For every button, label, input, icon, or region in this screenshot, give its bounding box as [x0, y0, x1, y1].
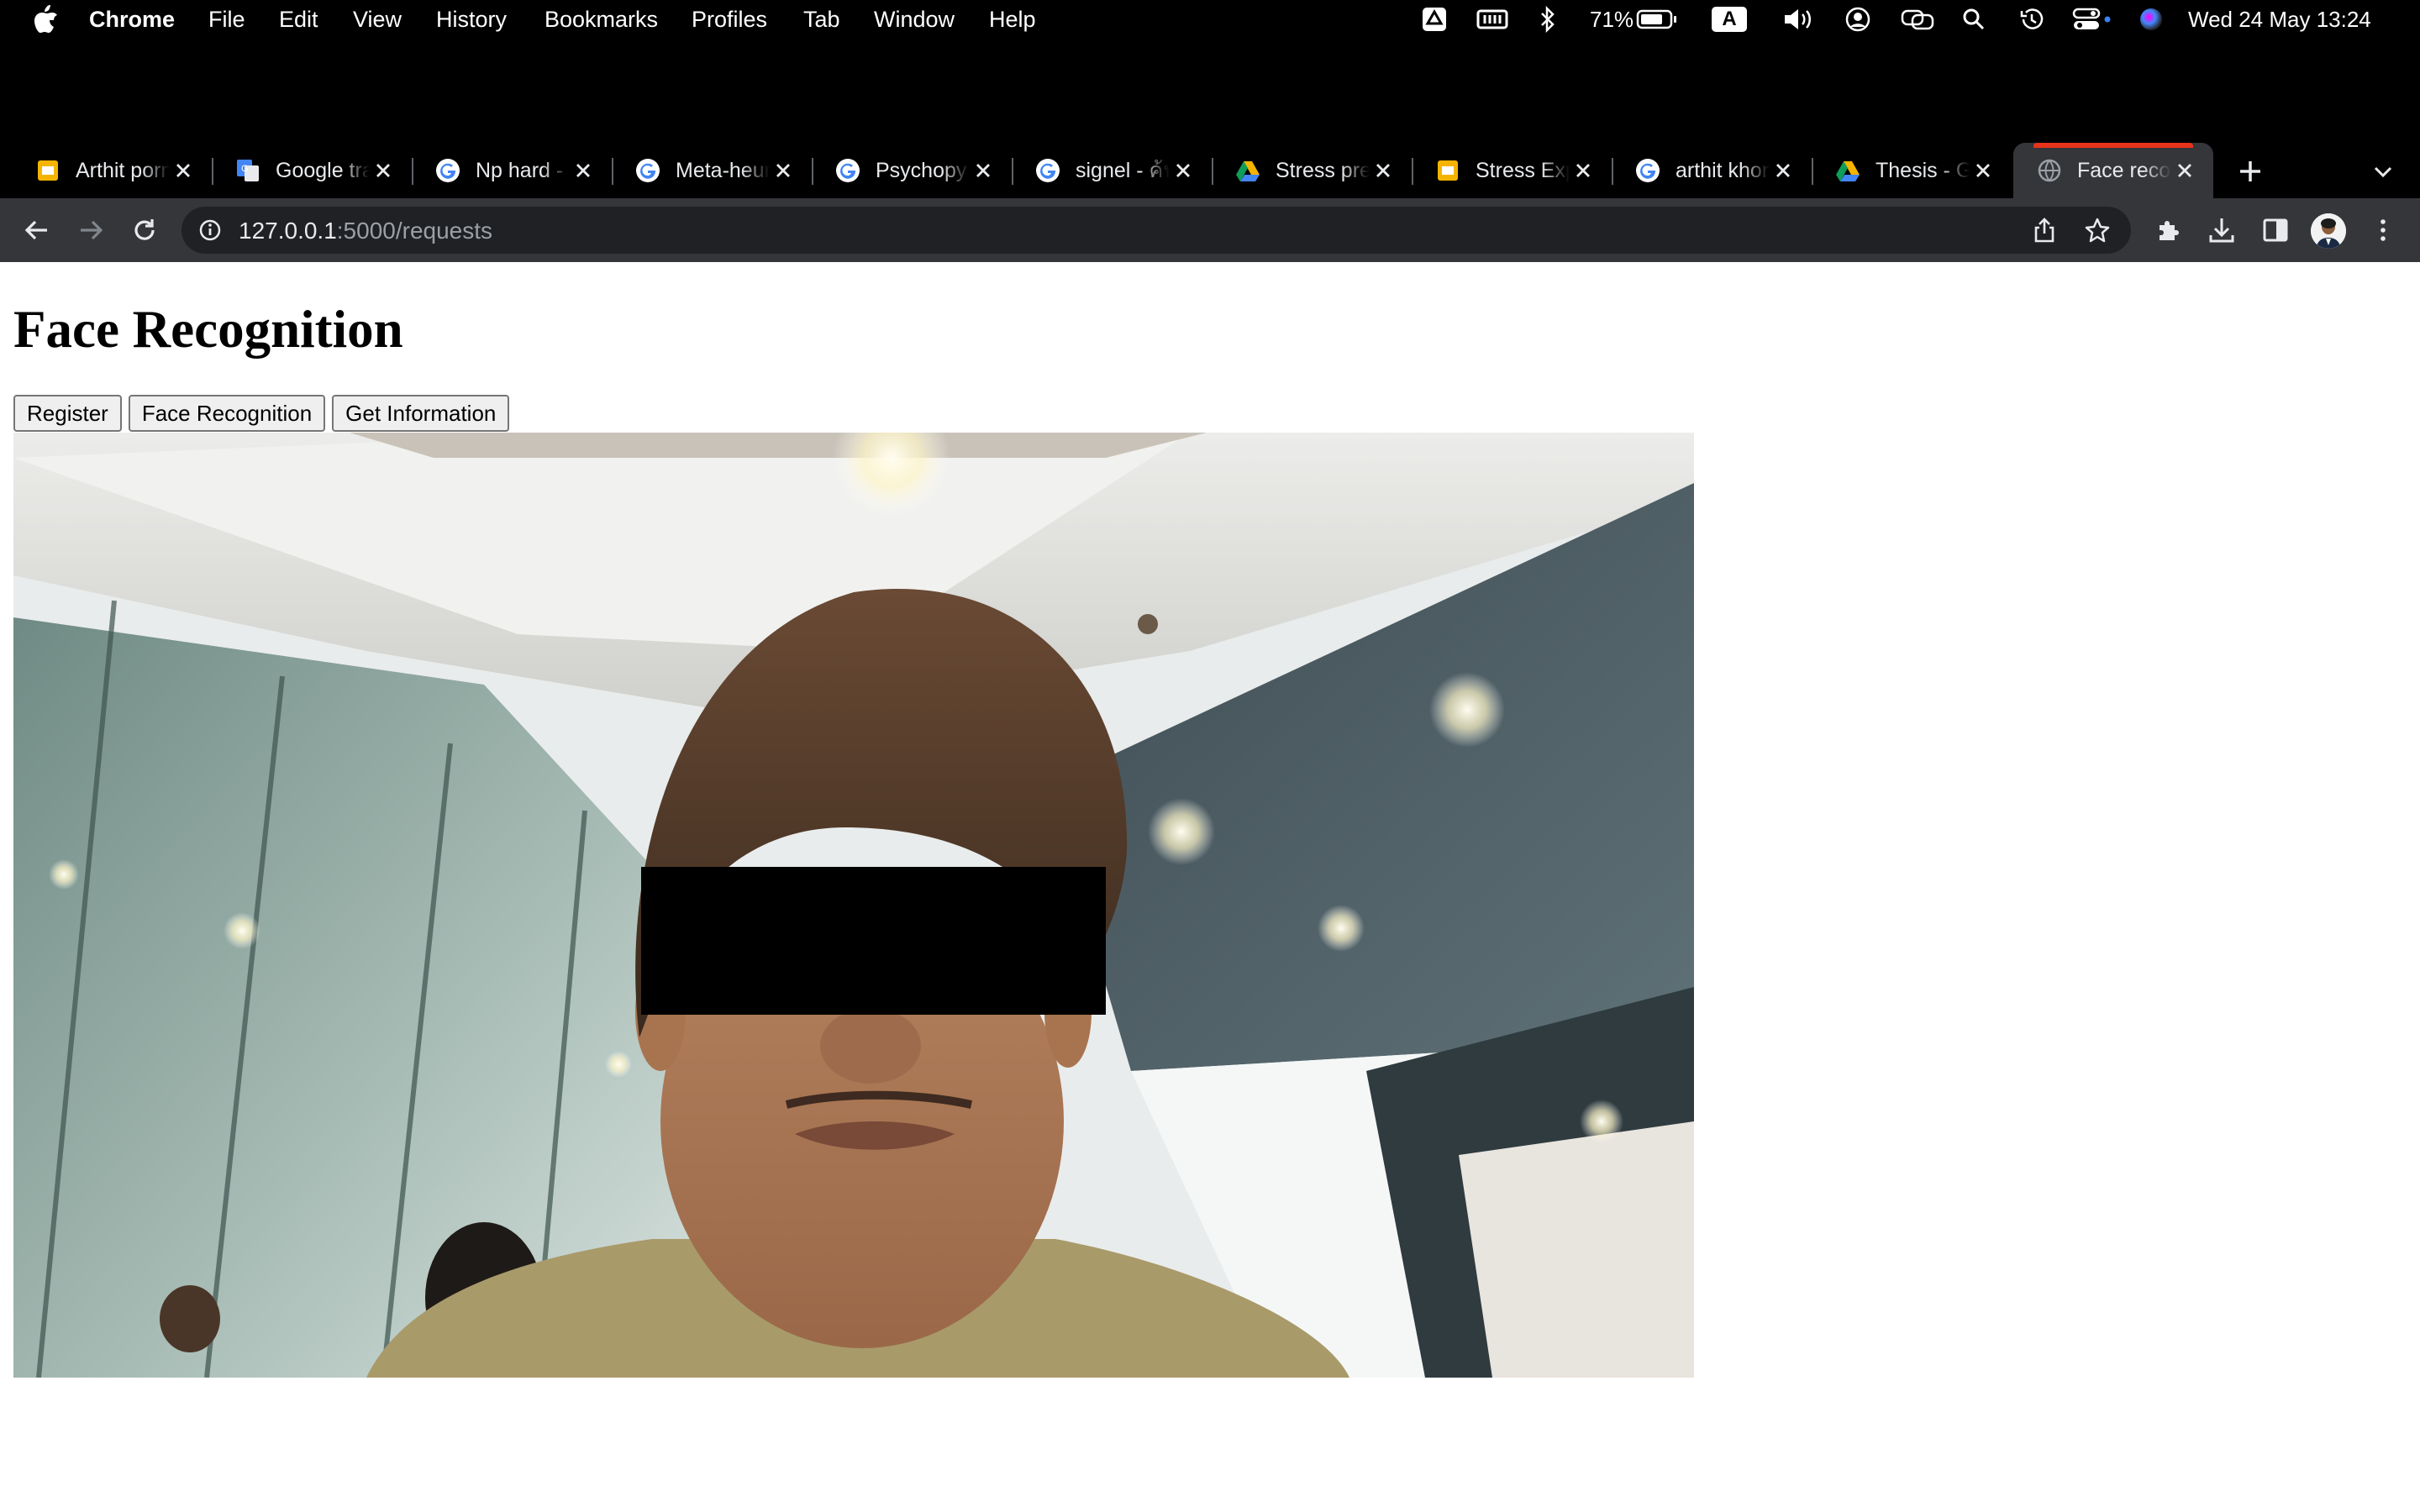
profile-avatar[interactable]: [2311, 213, 2346, 249]
tab-title: Stress Experiment: [1476, 158, 1570, 182]
browser-tab[interactable]: signel - ค้นหา: [1012, 143, 1212, 198]
address-bar[interactable]: 127.0.0.1:5000/requests: [182, 207, 2131, 254]
downloads-icon[interactable]: [2207, 215, 2237, 245]
tab-title: Psychopy: [876, 158, 967, 182]
close-tab-icon[interactable]: [1573, 160, 1593, 181]
close-tab-icon[interactable]: [373, 160, 393, 181]
menu-view[interactable]: View: [353, 7, 402, 33]
user-icon[interactable]: [1844, 5, 1872, 34]
slides-icon: [1435, 158, 1460, 183]
browser-tab[interactable]: Arthit porn: [12, 143, 212, 198]
menu-app-chrome[interactable]: Chrome: [89, 7, 175, 33]
more-menu-icon[interactable]: [2368, 215, 2398, 245]
close-tab-icon[interactable]: [573, 160, 593, 181]
tab-title: Face recognition: [2077, 158, 2171, 182]
drive-icon: [1235, 158, 1260, 183]
tab-title: signel - ค้นหา: [1076, 159, 1170, 182]
memory-icon[interactable]: [1476, 5, 1509, 34]
close-tab-icon[interactable]: [1773, 160, 1793, 181]
face-recognition-button[interactable]: Face Recognition: [128, 395, 326, 432]
close-tab-icon[interactable]: [1373, 160, 1393, 181]
browser-tab[interactable]: arthit khong: [1612, 143, 1812, 198]
menubar-clock[interactable]: Wed 24 May 13:24: [2188, 7, 2371, 33]
tab-title: Arthit porn: [76, 158, 170, 182]
browser-tab[interactable]: Stress prediction: [1212, 143, 1412, 198]
google-icon: [1035, 158, 1060, 183]
slides-icon: [35, 158, 60, 183]
browser-tab[interactable]: Stress Experiment: [1412, 143, 1612, 198]
input-source-label: A: [1712, 7, 1747, 32]
close-tab-icon[interactable]: [2175, 160, 2195, 181]
menu-help[interactable]: Help: [989, 7, 1036, 33]
screen-mirroring-icon[interactable]: [1899, 5, 1936, 34]
browser-tab[interactable]: G Google translate: [212, 143, 412, 198]
share-icon[interactable]: [2032, 217, 2057, 244]
browser-toolbar: 127.0.0.1:5000/requests: [0, 198, 2420, 262]
siri-icon[interactable]: [2138, 5, 2165, 34]
battery-icon[interactable]: [1635, 5, 1679, 34]
drive-icon: [1835, 158, 1860, 183]
tab-title: Google translate: [276, 158, 370, 182]
svg-text:G: G: [241, 164, 249, 174]
page-title: Face Recognition: [13, 300, 403, 359]
google-drive-icon[interactable]: [1420, 5, 1449, 34]
globe-icon: [2037, 158, 2062, 183]
web-page: Face Recognition Register Face Recogniti…: [0, 262, 2420, 1512]
tab-title: Np hard - Google: [476, 158, 570, 182]
battery-percent: 71%: [1590, 7, 1634, 32]
translate-icon: G: [235, 158, 260, 183]
url-path: :5000/requests: [336, 218, 493, 244]
url-text[interactable]: 127.0.0.1:5000/requests: [239, 218, 492, 244]
tab-title: Stress prediction: [1276, 158, 1370, 182]
menu-window[interactable]: Window: [874, 7, 955, 33]
tab-title: arthit khong: [1676, 158, 1770, 182]
volume-icon[interactable]: [1781, 5, 1817, 34]
google-icon: [435, 158, 460, 183]
close-tab-icon[interactable]: [773, 160, 793, 181]
reload-icon[interactable]: [129, 215, 160, 245]
close-tab-icon[interactable]: [1973, 160, 1993, 181]
bookmark-star-icon[interactable]: [2084, 217, 2111, 244]
register-button[interactable]: Register: [13, 395, 122, 432]
browser-tab[interactable]: Face recognition: [2013, 143, 2213, 198]
google-icon: [835, 158, 860, 183]
bluetooth-icon[interactable]: [1538, 5, 1558, 34]
close-tab-icon[interactable]: [173, 160, 193, 181]
tab-title: Meta-heuristic: [676, 158, 770, 182]
menu-edit[interactable]: Edit: [279, 7, 318, 33]
time-machine-icon[interactable]: [2018, 5, 2045, 34]
back-arrow-icon[interactable]: [22, 215, 52, 245]
tab-strip: Arthit porn G Google translate Np hard - Go…: [0, 143, 2420, 198]
webcam-video-feed: [13, 433, 1694, 1378]
browser-tab[interactable]: Psychopy: [812, 143, 1012, 198]
browser-tab[interactable]: Np hard - Google: [412, 143, 612, 198]
menu-tab[interactable]: Tab: [803, 7, 840, 33]
menu-profiles[interactable]: Profiles: [692, 7, 767, 33]
extensions-puzzle-icon[interactable]: [2153, 215, 2183, 245]
input-source-icon[interactable]: A: [1711, 5, 1748, 34]
menu-bookmarks[interactable]: Bookmarks: [544, 7, 658, 33]
get-information-button[interactable]: Get Information: [332, 395, 510, 432]
new-tab-plus-icon[interactable]: [2235, 156, 2265, 186]
tab-title: Thesis - Google Drive: [1876, 158, 1970, 182]
action-button-row: Register Face Recognition Get Informatio…: [13, 395, 510, 432]
control-center-icon[interactable]: [2072, 5, 2112, 34]
forward-arrow-icon[interactable]: [76, 215, 106, 245]
spotlight-icon[interactable]: [1961, 5, 1986, 34]
macos-menu-bar: Chrome File Edit View History Bookmarks …: [0, 0, 2420, 39]
side-panel-icon[interactable]: [2260, 215, 2291, 245]
webcam-frame-image: [13, 433, 1694, 1378]
close-tab-icon[interactable]: [973, 160, 993, 181]
browser-tab[interactable]: Thesis - Google Drive: [1812, 143, 2012, 198]
browser-tab[interactable]: Meta-heuristic: [612, 143, 812, 198]
menu-file[interactable]: File: [208, 7, 245, 33]
google-icon: [1635, 158, 1660, 183]
close-tab-icon[interactable]: [1173, 160, 1193, 181]
google-icon: [635, 158, 660, 183]
apple-logo-icon[interactable]: [32, 4, 59, 34]
tab-search-chevron-down-icon[interactable]: [2371, 160, 2395, 183]
menu-history[interactable]: History: [436, 7, 507, 33]
url-host: 127.0.0.1: [239, 218, 337, 244]
site-info-icon[interactable]: [198, 218, 222, 242]
